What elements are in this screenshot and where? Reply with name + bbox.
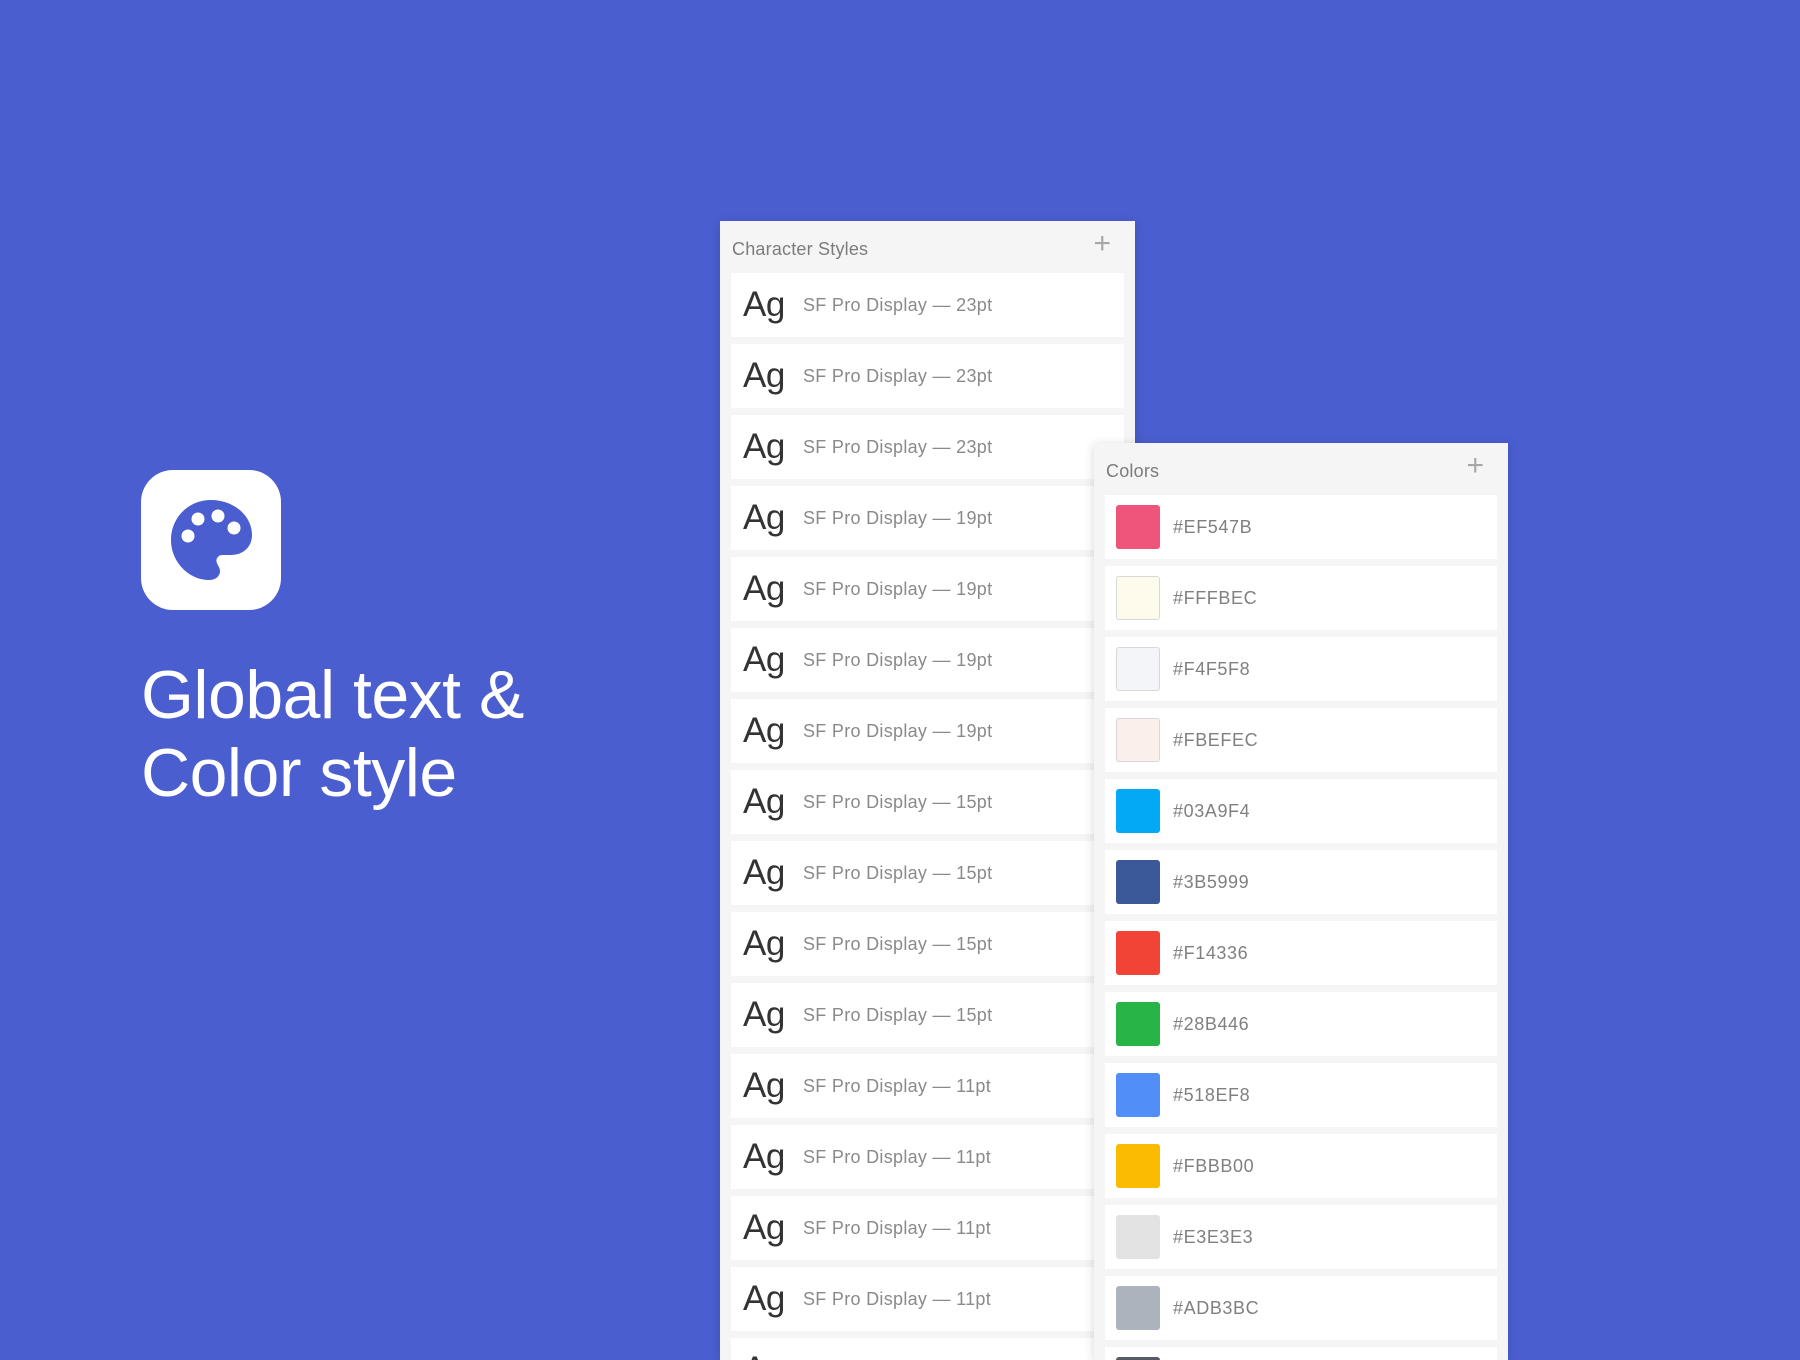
color-swatch — [1116, 860, 1160, 904]
color-hex-label: #FBEFEC — [1173, 729, 1259, 750]
color-item[interactable]: #3B5999 — [1105, 850, 1497, 914]
color-item[interactable]: #F14336 — [1105, 921, 1497, 985]
style-sample-glyph: Ag — [743, 995, 785, 1034]
color-swatch — [1116, 789, 1160, 833]
color-item[interactable]: #FFFBEC — [1105, 566, 1497, 630]
style-label: SF Pro Display — 15pt — [803, 1004, 993, 1025]
character-style-item[interactable]: Ag SF Pro Display — 19pt — [731, 486, 1124, 550]
style-label: SF Pro Display — 23pt — [803, 436, 993, 457]
color-swatch — [1116, 505, 1160, 549]
character-style-item[interactable]: Ag SF Pro Display — 19pt — [731, 628, 1124, 692]
color-hex-label: #ADB3BC — [1173, 1297, 1260, 1318]
color-hex-label: #E3E3E3 — [1173, 1226, 1254, 1247]
color-hex-label: #FBBB00 — [1173, 1155, 1255, 1176]
add-character-style-button[interactable]: + — [1093, 229, 1111, 259]
color-hex-label: #F4F5F8 — [1173, 658, 1251, 679]
character-style-item[interactable]: Ag SF Pro Display — 19pt — [731, 699, 1124, 763]
colors-list: #EF547B #FFFBEC #F4F5F8 #FBEFEC #03A9F4 #3B59… — [1105, 495, 1497, 1360]
color-hex-label: #28B446 — [1173, 1013, 1250, 1034]
palette-icon — [171, 500, 252, 580]
color-item[interactable]: #28B446 — [1105, 992, 1497, 1056]
color-swatch — [1116, 1144, 1160, 1188]
character-style-item[interactable]: Ag SF Pro Display — 15pt — [731, 912, 1124, 976]
color-item[interactable]: #03A9F4 — [1105, 779, 1497, 843]
add-color-button[interactable]: + — [1466, 451, 1484, 481]
style-sample-glyph: Ag — [743, 1279, 785, 1318]
character-styles-list: Ag SF Pro Display — 23pt Ag SF Pro Display … — [731, 273, 1124, 1360]
character-style-item[interactable]: Ag SF Pro Display — 11pt — [731, 1125, 1124, 1189]
character-style-item[interactable]: Ag SF Pro Display — 23pt — [731, 415, 1124, 479]
character-style-item[interactable]: Ag SF Pro Display — 15pt — [731, 841, 1124, 905]
character-style-item[interactable]: Ag SF Pro Display — 23pt — [731, 344, 1124, 408]
character-style-item[interactable]: Ag SF Pro Display — 11pt — [731, 1267, 1124, 1331]
style-label: SF Pro Display — 23pt — [803, 294, 993, 315]
style-sample-glyph: Ag — [743, 427, 785, 466]
color-item[interactable]: #FBBB00 — [1105, 1134, 1497, 1198]
character-styles-header: Character Styles + — [720, 221, 1135, 273]
color-swatch — [1116, 576, 1160, 620]
character-style-item[interactable]: Ag SF Pro Display — 19pt — [731, 557, 1124, 621]
headline-line-2: Color style — [141, 735, 457, 811]
color-swatch — [1116, 647, 1160, 691]
style-label: SF Pro Display — 19pt — [803, 720, 993, 741]
color-swatch — [1116, 931, 1160, 975]
style-sample-glyph: Ag — [743, 711, 785, 750]
style-sample-glyph: Ag — [743, 1137, 785, 1176]
style-label: SF Pro Display — 19pt — [803, 507, 993, 528]
app-icon-tile — [141, 470, 281, 610]
style-label: SF Pro Display — 11pt — [803, 1288, 992, 1309]
style-label: SF Pro Display — 19pt — [803, 578, 993, 599]
color-item[interactable]: #F4F5F8 — [1105, 637, 1497, 701]
color-item[interactable] — [1105, 1347, 1497, 1360]
character-style-item[interactable]: Ag SF Pro Display — 23pt — [731, 273, 1124, 337]
character-style-item[interactable]: Ag SF Pro Display — 11pt — [731, 1196, 1124, 1260]
style-sample-glyph: Ag — [743, 782, 785, 821]
character-style-item[interactable]: Ag SF Pro Display — 15pt — [731, 983, 1124, 1047]
color-swatch — [1116, 1286, 1160, 1330]
color-swatch — [1116, 1002, 1160, 1046]
color-hex-label: #F14336 — [1173, 942, 1249, 963]
color-item[interactable]: #518EF8 — [1105, 1063, 1497, 1127]
style-label: SF Pro Display — 15pt — [803, 933, 993, 954]
color-item[interactable]: #FBEFEC — [1105, 708, 1497, 772]
character-style-item[interactable]: Ag SF Pro Display — 15pt — [731, 770, 1124, 834]
style-sample-glyph: Ag — [743, 853, 785, 892]
style-label: SF Pro Display — 19pt — [803, 649, 993, 670]
color-swatch — [1116, 1073, 1160, 1117]
color-swatch — [1116, 718, 1160, 762]
character-styles-title: Character Styles — [732, 239, 869, 259]
style-label: SF Pro Display — 11pt — [803, 1146, 992, 1167]
style-sample-glyph: Ag — [743, 569, 785, 608]
style-label: SF Pro Display — 23pt — [803, 365, 993, 386]
style-sample-glyph: Ag — [743, 924, 785, 963]
color-item[interactable]: #ADB3BC — [1105, 1276, 1497, 1340]
style-label: SF Pro Display — 15pt — [803, 791, 993, 812]
style-label: SF Pro Display — 11pt — [803, 1075, 992, 1096]
style-sample-glyph: Ag — [743, 285, 785, 324]
color-hex-label: #EF547B — [1173, 516, 1253, 537]
headline-line-1: Global text & — [141, 657, 524, 733]
color-item[interactable]: #E3E3E3 — [1105, 1205, 1497, 1269]
color-hex-label: #3B5999 — [1173, 871, 1250, 892]
colors-title: Colors — [1106, 461, 1160, 481]
color-hex-label: #518EF8 — [1173, 1084, 1251, 1105]
style-label: SF Pro Display — 15pt — [803, 862, 993, 883]
style-sample-glyph: Ag — [743, 1066, 785, 1105]
color-hex-label: #03A9F4 — [1173, 800, 1251, 821]
color-hex-label: #FFFBEC — [1173, 587, 1258, 608]
colors-panel: Colors + #EF547B #FFFBEC #F4F5F8 #FBEFEC #03… — [1094, 443, 1508, 1360]
character-styles-panel: Character Styles + Ag SF Pro Display — 23… — [720, 221, 1135, 1360]
style-sample-glyph: Ag — [731, 1350, 803, 1360]
style-sample-glyph: Ag — [743, 1208, 785, 1247]
style-label: SF Pro Display — 11pt — [803, 1217, 992, 1238]
color-swatch — [1116, 1215, 1160, 1259]
character-style-item[interactable]: Ag SF Pro Display — 11pt — [731, 1054, 1124, 1118]
character-style-item[interactable]: Ag — [731, 1338, 1124, 1360]
colors-header: Colors + — [1094, 443, 1508, 495]
style-sample-glyph: Ag — [743, 356, 785, 395]
headline: Global text & Color style — [141, 656, 524, 812]
style-sample-glyph: Ag — [743, 498, 785, 537]
color-item[interactable]: #EF547B — [1105, 495, 1497, 559]
style-sample-glyph: Ag — [743, 640, 785, 679]
